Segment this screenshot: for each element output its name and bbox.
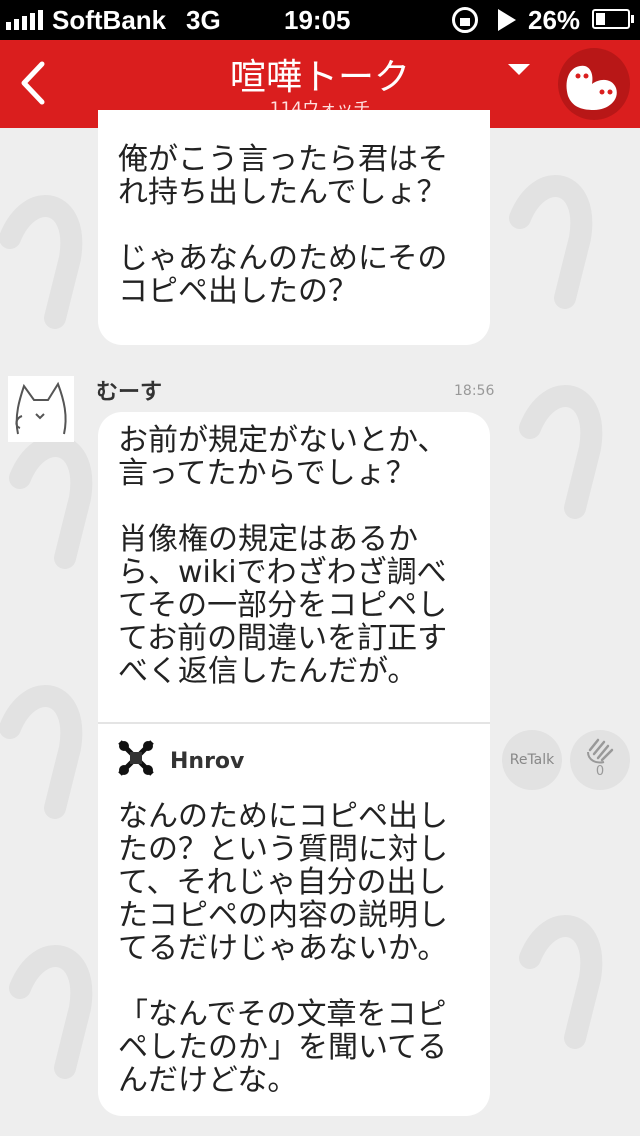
status-bar: SoftBank 3G 19:05 26% <box>0 0 640 40</box>
clap-button[interactable]: 0 <box>570 730 630 790</box>
quote-text: なんのためにコピペ出し たの？という質問に対し て、それじゃ自分の出し たコピペ… <box>118 799 448 1098</box>
message-time: 18:56 <box>454 383 495 399</box>
signal-icon <box>6 10 43 30</box>
message-text: 俺がこう言ったら君はそ れ持ち出したんでしょ？ じゃあなんのためにその コピペ出… <box>118 142 448 309</box>
page-title[interactable]: 喧嘩トーク <box>0 48 640 100</box>
clap-count: 0 <box>595 764 605 779</box>
chevron-down-icon[interactable] <box>508 64 530 75</box>
rotation-lock-icon <box>452 7 478 33</box>
quote-divider <box>98 722 490 724</box>
clapping-hands-icon <box>587 738 614 764</box>
play-icon <box>498 9 516 31</box>
message-bubble[interactable]: お前が規定がないとか、 言ってたからでしょ？ 肖像権の規定はあるか ら、wiki… <box>98 412 490 1116</box>
sender-name[interactable]: むーす <box>96 374 162 406</box>
crossed-swords-icon <box>118 740 154 776</box>
message-bubble[interactable]: 俺がこう言ったら君はそ れ持ち出したんでしょ？ じゃあなんのためにその コピペ出… <box>98 110 490 345</box>
retalk-button[interactable]: ReTalk <box>502 730 562 790</box>
quote-sender-name[interactable]: Hnrov <box>170 745 244 778</box>
battery-percent: 26% <box>528 5 581 35</box>
battery-icon <box>592 9 634 29</box>
mascot-icon[interactable] <box>558 48 630 120</box>
quote-avatar[interactable] <box>116 738 156 778</box>
cat-avatar-icon <box>15 381 67 435</box>
message-text: お前が規定がないとか、 言ってたからでしょ？ 肖像権の規定はあるか ら、wiki… <box>118 423 448 689</box>
avatar[interactable] <box>8 376 74 442</box>
network-label: 3G <box>186 5 221 35</box>
clock: 19:05 <box>284 5 351 35</box>
carrier-label: SoftBank <box>52 5 167 35</box>
